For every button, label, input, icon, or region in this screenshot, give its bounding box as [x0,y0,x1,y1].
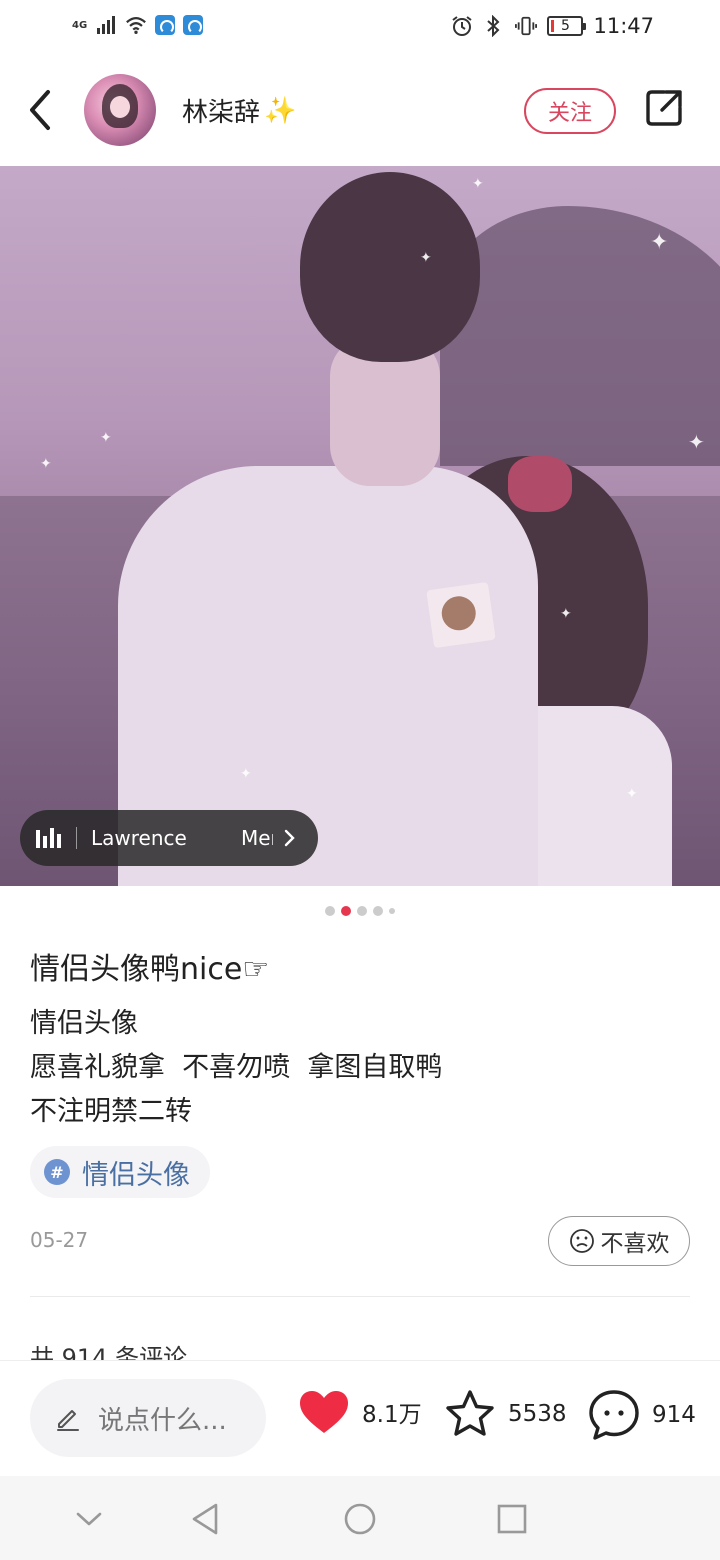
status-bar: 4G 5 11:47 [0,0,720,56]
topic-label: 情侣头像 [82,1159,190,1191]
heart-icon [300,1391,348,1433]
hashtag-icon: # [44,1159,70,1185]
dislike-button[interactable]: 不喜欢 [548,1216,690,1266]
wifi-icon [126,17,147,34]
bluetooth-icon [487,15,500,37]
comment-count: 共 914 条评论 [30,1344,188,1360]
sparkle-star: ✦ [650,230,669,255]
author-name-row[interactable]: 林柒辞 ✨ [182,92,296,129]
chevron-down-icon[interactable] [72,1502,106,1536]
comment-placeholder: 说点什么... [98,1405,227,1436]
hotspot-icon-2 [183,15,204,35]
note-image-carousel[interactable]: ✦ ✦ ✦ ✦ ✦ ✦ ✦ ✦ ✦ Lawrence Mer [0,166,720,886]
carousel-dot-active [341,906,351,916]
comment-button[interactable]: 914 [588,1389,696,1441]
bottom-action-bar: 说点什么... 8.1万 5538 914 [0,1360,720,1474]
sparkle-star: ✦ [420,250,432,266]
hotspot-icon [155,15,176,35]
sparkle-star: ✦ [688,430,705,454]
follow-button[interactable]: 关注 [524,88,616,134]
nav-recents-icon[interactable] [495,1502,529,1536]
carousel-dot [357,906,367,916]
comment-input[interactable]: 说点什么... [30,1379,266,1457]
avatar-face [110,96,130,118]
music-bars-icon [36,828,62,848]
sparkle-star: ✦ [240,766,252,782]
sparkle-star: ✦ [626,786,638,802]
nav-back-icon[interactable] [188,1502,222,1536]
content-divider [30,1296,690,1297]
collect-button[interactable]: 5538 [444,1389,567,1439]
music-title: Lawrence [91,826,187,850]
comment-total: 914 [652,1402,696,1428]
signal-icon [97,16,116,34]
topic-tag[interactable]: # 情侣头像 [30,1146,210,1198]
nav-home-icon[interactable] [343,1502,377,1536]
sparkle-star: ✦ [100,430,112,446]
note-title: 情侣头像鸭nice☞ [30,952,270,987]
pencil-icon [57,1410,79,1431]
post-date: 05-27 [30,1228,89,1252]
collect-count: 5538 [508,1401,567,1427]
sparkle-icon: ✨ [264,95,297,126]
dislike-label: 不喜欢 [600,1231,670,1257]
photo-background-hill [440,206,720,466]
music-player-pill[interactable]: Lawrence Mer [20,810,318,866]
photo-bear-card [426,581,496,649]
vibrate-icon [515,16,538,36]
status-right: 5 11:47 [451,14,654,38]
desc-line: 不注明禁二转 [30,1096,192,1127]
note-header: 林柒辞 ✨ 关注 [0,58,720,164]
back-button[interactable] [22,84,62,136]
carousel-dot [389,908,395,914]
battery-icon: 5 [547,16,587,36]
photo-man-head [300,172,480,362]
photo-hair-bow [508,456,572,512]
sparkle-star: ✦ [40,456,52,472]
network-type: 4G [72,19,88,31]
alarm-icon [452,16,473,36]
author-name[interactable]: 林柒辞 [182,92,260,129]
author-avatar[interactable] [84,74,156,146]
desc-line: 愿喜礼貌拿 不喜勿喷 拿图自取鸭 [30,1052,443,1083]
status-left: 4G [72,14,204,36]
music-separator [76,827,77,849]
like-count: 8.1万 [362,1402,422,1428]
like-button[interactable]: 8.1万 [298,1389,422,1435]
note-description: 情侣头像 愿喜礼貌拿 不喜勿喷 拿图自取鸭 不注明禁二转 [30,1002,442,1134]
star-icon [446,1390,494,1436]
carousel-dot [373,906,383,916]
frown-face-icon [569,1229,594,1253]
chevron-right-icon [284,829,295,847]
carousel-indicator [0,904,720,918]
system-nav-bar [0,1476,720,1560]
sparkle-star: ✦ [472,176,484,192]
desc-line: 情侣头像 [30,1008,138,1039]
clock: 11:47 [593,14,654,38]
carousel-dot [325,906,335,916]
music-artist: Mer [241,826,273,850]
speech-bubble-icon [589,1390,639,1440]
sparkle-star: ✦ [560,606,572,622]
note-detail-screen: 4G 5 11:47 林柒辞 ✨ 关注 ✦ ✦ ✦ ✦ ✦ ✦ ✦ ✦ ✦ La… [0,0,720,1560]
share-icon[interactable] [644,88,684,128]
